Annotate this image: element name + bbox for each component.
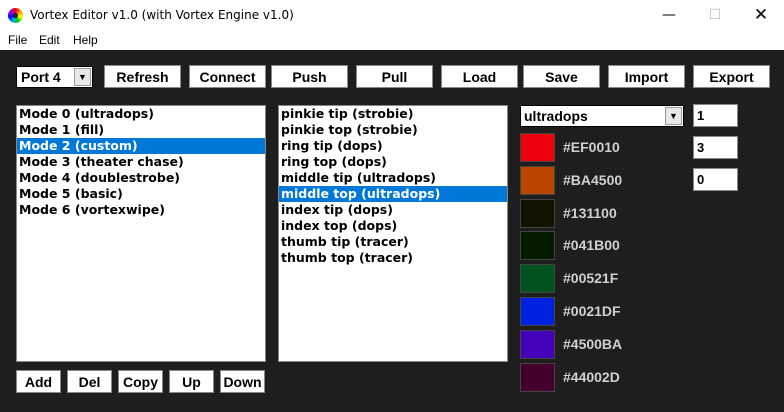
window-title: Vortex Editor v1.0 (with Vortex Engine v…	[30, 8, 294, 22]
import-button[interactable]: Import	[608, 65, 685, 88]
menu-help[interactable]: Help	[73, 33, 98, 47]
color-hex-label: #EF0010	[563, 139, 620, 155]
color-swatch[interactable]	[520, 329, 555, 359]
delete-mode-button[interactable]: Del	[67, 370, 112, 393]
port-dropdown[interactable]: Port 4 ▼	[16, 66, 93, 88]
pattern-dropdown[interactable]: ultradops ▼	[520, 105, 684, 127]
color-swatch[interactable]	[520, 165, 555, 195]
pull-button[interactable]: Pull	[356, 65, 433, 88]
color-hex-label: #0021DF	[563, 303, 621, 319]
menu-file[interactable]: File	[8, 33, 27, 47]
color-swatch[interactable]	[520, 264, 555, 294]
led-list-item[interactable]: middle top (ultradops)	[279, 186, 507, 202]
led-list-item[interactable]: index top (dops)	[279, 218, 507, 234]
color-hex-label: #00521F	[563, 270, 619, 287]
led-list-item[interactable]: thumb top (tracer)	[279, 250, 507, 266]
export-button[interactable]: Export	[693, 65, 770, 88]
vortex-app-icon	[8, 8, 23, 23]
mode-list-item[interactable]: Mode 4 (doublestrobe)	[17, 170, 265, 186]
close-button[interactable]: ✕	[738, 0, 784, 30]
push-button[interactable]: Push	[271, 65, 348, 88]
mode-list-item[interactable]: Mode 1 (fill)	[17, 122, 265, 138]
connect-button[interactable]: Connect	[189, 65, 266, 88]
add-mode-button[interactable]: Add	[16, 370, 61, 393]
port-value: Port 4	[21, 69, 61, 85]
color-hex-label: #131100	[563, 204, 617, 221]
color-hex-label: #44002D	[563, 368, 620, 385]
color-swatch[interactable]	[520, 231, 555, 261]
led-list-item[interactable]: ring tip (dops)	[279, 138, 507, 154]
mode-list-item[interactable]: Mode 2 (custom)	[17, 138, 265, 154]
led-list-item[interactable]: pinkie tip (strobie)	[279, 106, 507, 122]
chevron-down-icon[interactable]: ▼	[74, 68, 91, 86]
refresh-button[interactable]: Refresh	[104, 65, 181, 88]
maximize-button[interactable]: ☐	[692, 0, 738, 30]
minimize-button[interactable]: —	[646, 0, 692, 30]
param-input-3[interactable]: 0	[693, 168, 738, 191]
led-list[interactable]: pinkie tip (strobie) pinkie top (strobie)…	[278, 105, 508, 362]
title-bar: Vortex Editor v1.0 (with Vortex Engine v…	[0, 0, 784, 30]
color-swatch[interactable]	[520, 133, 555, 162]
led-list-item[interactable]: thumb tip (tracer)	[279, 234, 507, 250]
save-button[interactable]: Save	[523, 65, 600, 88]
load-button[interactable]: Load	[441, 65, 518, 88]
mode-list-item[interactable]: Mode 0 (ultradops)	[17, 106, 265, 122]
pattern-value: ultradops	[524, 108, 588, 124]
chevron-down-icon[interactable]: ▼	[665, 107, 682, 125]
color-swatch[interactable]	[520, 198, 555, 228]
menu-bar: File Edit Help	[0, 30, 784, 50]
mode-list-item[interactable]: Mode 3 (theater chase)	[17, 154, 265, 170]
mode-list-item[interactable]: Mode 5 (basic)	[17, 186, 265, 202]
copy-mode-button[interactable]: Copy	[118, 370, 163, 393]
led-list-item[interactable]: ring top (dops)	[279, 154, 507, 170]
move-down-button[interactable]: Down	[220, 370, 265, 393]
led-list-item[interactable]: pinkie top (strobie)	[279, 122, 507, 138]
color-swatch[interactable]	[520, 297, 555, 326]
color-swatch[interactable]	[520, 362, 555, 392]
move-up-button[interactable]: Up	[169, 370, 214, 393]
color-hex-label: #4500BA	[563, 335, 623, 352]
color-hex-label: #BA4500	[563, 171, 623, 188]
led-list-item[interactable]: index tip (dops)	[279, 202, 507, 218]
menu-edit[interactable]: Edit	[39, 33, 60, 47]
param-input-2[interactable]: 3	[693, 136, 738, 159]
param-input-1[interactable]: 1	[693, 104, 738, 127]
editor-panel: Port 4 ▼ Refresh Connect Push Pull Load …	[0, 50, 784, 412]
color-hex-label: #041B00	[563, 237, 620, 254]
led-list-item[interactable]: middle tip (ultradops)	[279, 170, 507, 186]
mode-list[interactable]: Mode 0 (ultradops) Mode 1 (fill) Mode 2 (c…	[16, 105, 266, 362]
mode-list-item[interactable]: Mode 6 (vortexwipe)	[17, 202, 265, 218]
